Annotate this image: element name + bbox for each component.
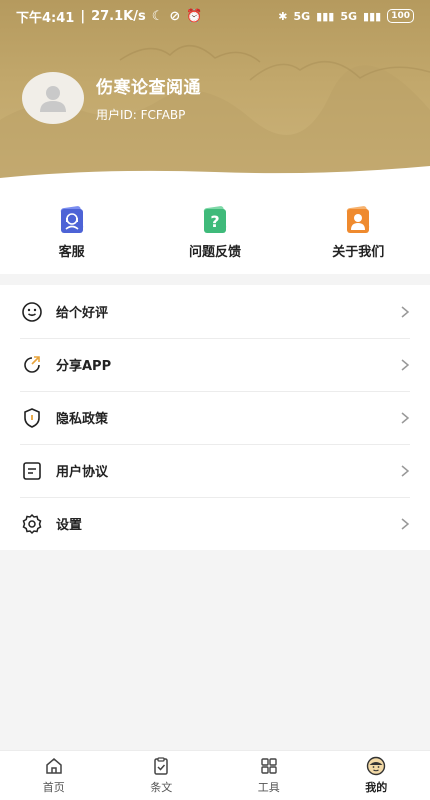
signal-label-1: 5G <box>293 9 311 23</box>
menu-label-share: 分享APP <box>56 359 112 374</box>
chevron-right-icon <box>401 464 410 477</box>
share-icon <box>24 355 40 373</box>
customer-service-icon <box>60 205 83 233</box>
feedback-label: 问题反馈 <box>188 244 241 260</box>
menu-label-settings: 设置 <box>56 518 83 533</box>
bottom-nav: 首页 条文 工具 我的 <box>0 750 430 800</box>
feedback-button[interactable]: ? 问题反馈 <box>155 205 275 260</box>
bluetooth-icon: ✱ <box>278 9 288 23</box>
menu-item-settings[interactable]: 设置 <box>0 497 430 550</box>
signal-label-2: 5G <box>340 9 358 23</box>
smile-icon <box>22 301 42 322</box>
profile-face-icon <box>367 756 386 776</box>
clipboard-check-icon <box>154 757 168 775</box>
customer-service-button[interactable]: 客服 <box>12 205 132 260</box>
question-icon: ? <box>203 205 227 233</box>
menu-item-rate[interactable]: 给个好评 <box>0 285 430 338</box>
svg-text:?: ? <box>210 212 219 231</box>
nav-tab-mine[interactable]: 我的 <box>323 751 430 800</box>
settings-menu: 给个好评 分享APP 隐私政策 用户协议 设置 <box>0 285 430 550</box>
user-avatar-icon <box>40 86 66 112</box>
battery-icon: 100 <box>387 9 414 23</box>
user-id: 用户ID: FCFABP <box>96 108 186 122</box>
chevron-right-icon <box>401 305 410 318</box>
nav-label-home: 首页 <box>42 781 65 794</box>
mute-icon: ⊘ <box>169 8 181 24</box>
grid-icon <box>261 758 277 774</box>
status-bar: 下午4:41 | 27.1K/s ☾ ⊘ ⏰ ✱ 5G ▮▮▮ 5G ▮▮▮ 1… <box>0 0 430 32</box>
gear-icon <box>22 513 42 534</box>
about-us-icon <box>347 205 370 233</box>
about-us-label: 关于我们 <box>332 244 385 260</box>
about-us-button[interactable]: 关于我们 <box>298 205 418 260</box>
nav-label-mine: 我的 <box>365 781 388 794</box>
nav-tab-articles[interactable]: 条文 <box>108 751 216 800</box>
signal-icon-2: ▮▮▮ <box>363 9 382 23</box>
nav-label-articles: 条文 <box>150 781 173 794</box>
alarm-icon: ⏰ <box>186 8 203 24</box>
signal-icon: ▮▮▮ <box>316 9 335 23</box>
home-icon <box>46 758 62 774</box>
profile-block[interactable]: 伤寒论查阅通 用户ID: FCFABP <box>22 72 201 124</box>
menu-item-privacy[interactable]: 隐私政策 <box>0 391 430 444</box>
avatar[interactable] <box>22 72 84 124</box>
menu-item-agreement[interactable]: 用户协议 <box>0 444 430 497</box>
menu-label-privacy: 隐私政策 <box>56 412 109 427</box>
status-speed: 27.1K/s <box>91 8 146 24</box>
status-time: 下午4:41 <box>16 10 75 26</box>
quick-actions: 客服 ? 问题反馈 关于我们 <box>0 190 430 274</box>
document-icon <box>23 461 41 480</box>
shield-icon <box>24 407 40 428</box>
menu-item-share[interactable]: 分享APP <box>0 338 430 391</box>
menu-label-rate: 给个好评 <box>56 306 109 321</box>
nav-tab-home[interactable]: 首页 <box>0 751 108 800</box>
nav-label-tools: 工具 <box>257 781 280 794</box>
nav-tab-tools[interactable]: 工具 <box>215 751 323 800</box>
profile-header: 下午4:41 | 27.1K/s ☾ ⊘ ⏰ ✱ 5G ▮▮▮ 5G ▮▮▮ 1… <box>0 0 430 190</box>
chevron-right-icon <box>401 411 410 424</box>
moon-icon: ☾ <box>151 8 164 24</box>
chevron-right-icon <box>401 358 410 371</box>
chevron-right-icon <box>401 517 410 530</box>
menu-label-agreement: 用户协议 <box>56 465 109 480</box>
app-name: 伤寒论查阅通 <box>96 78 201 98</box>
customer-service-label: 客服 <box>58 244 85 260</box>
